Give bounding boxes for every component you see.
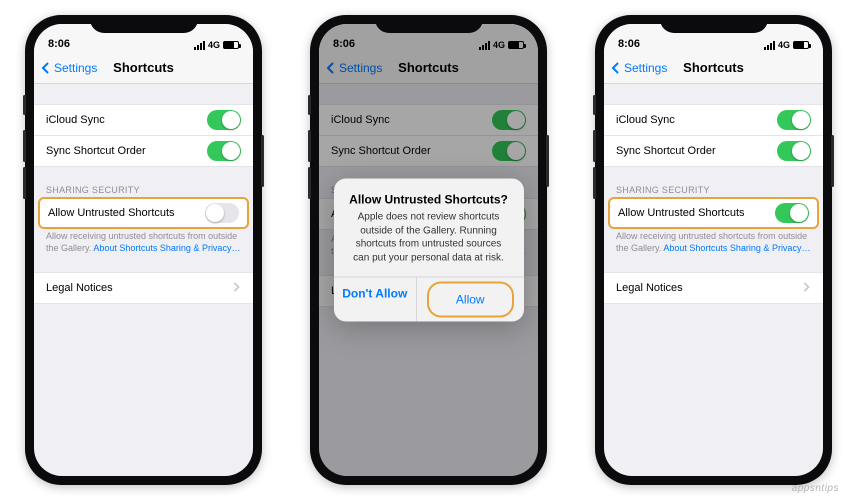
notch: [90, 15, 198, 33]
privacy-link[interactable]: About Shortcuts Sharing & Privacy…: [93, 243, 240, 253]
icloud-sync-row[interactable]: iCloud Sync: [319, 104, 538, 136]
battery-icon: [793, 41, 809, 49]
network-label: 4G: [778, 40, 790, 50]
sync-group: iCloud Sync Sync Shortcut Order: [319, 104, 538, 167]
legal-notices-row[interactable]: Legal Notices: [34, 272, 253, 304]
allow-button[interactable]: Allow: [427, 282, 514, 318]
status-time: 8:06: [333, 38, 355, 50]
sync-order-toggle[interactable]: [492, 141, 526, 161]
back-button[interactable]: Settings: [319, 61, 382, 75]
row-label: Sync Shortcut Order: [46, 145, 146, 157]
signal-icon: [479, 41, 490, 50]
phone-mockup-2: 8:06 4G Settings Shortcuts iCloud Sync S…: [310, 15, 547, 485]
sync-order-row[interactable]: Sync Shortcut Order: [319, 135, 538, 167]
confirmation-alert: Allow Untrusted Shortcuts? Apple does no…: [334, 179, 524, 322]
chevron-left-icon: [40, 62, 52, 74]
network-label: 4G: [493, 40, 505, 50]
screen: 8:06 4G Settings Shortcuts iCloud Sync S…: [604, 24, 823, 476]
status-indicators: 4G: [194, 40, 239, 50]
status-indicators: 4G: [479, 40, 524, 50]
battery-icon: [223, 41, 239, 49]
watermark: appsntips: [792, 483, 839, 494]
row-label: Legal Notices: [46, 282, 113, 294]
sync-group: iCloud Sync Sync Shortcut Order: [604, 104, 823, 167]
nav-bar: Settings Shortcuts: [319, 52, 538, 84]
icloud-sync-toggle[interactable]: [492, 110, 526, 130]
privacy-link[interactable]: About Shortcuts Sharing & Privacy…: [663, 243, 810, 253]
section-footer: Allow receiving untrusted shortcuts from…: [34, 227, 253, 254]
allow-untrusted-row[interactable]: Allow Untrusted Shortcuts: [608, 197, 819, 229]
phone-mockup-1: 8:06 4G Settings Shortcuts iCloud Sync S…: [25, 15, 262, 485]
status-time: 8:06: [48, 38, 70, 50]
notch: [375, 15, 483, 33]
row-label: iCloud Sync: [331, 114, 390, 126]
allow-untrusted-row[interactable]: Allow Untrusted Shortcuts: [38, 197, 249, 229]
chevron-right-icon: [231, 282, 241, 295]
allow-untrusted-toggle[interactable]: [205, 203, 239, 223]
sync-order-toggle[interactable]: [777, 141, 811, 161]
legal-notices-row[interactable]: Legal Notices: [604, 272, 823, 304]
signal-icon: [764, 41, 775, 50]
legal-group: Legal Notices: [604, 272, 823, 304]
row-label: Legal Notices: [616, 282, 683, 294]
alert-title: Allow Untrusted Shortcuts?: [348, 193, 510, 207]
sync-order-row[interactable]: Sync Shortcut Order: [604, 135, 823, 167]
row-label: iCloud Sync: [616, 114, 675, 126]
sync-order-toggle[interactable]: [207, 141, 241, 161]
row-label: iCloud Sync: [46, 114, 105, 126]
network-label: 4G: [208, 40, 220, 50]
row-label: Allow Untrusted Shortcuts: [618, 207, 745, 219]
chevron-right-icon: [801, 282, 811, 295]
icloud-sync-toggle[interactable]: [207, 110, 241, 130]
dont-allow-button[interactable]: Don't Allow: [334, 278, 418, 322]
back-label: Settings: [624, 61, 667, 75]
signal-icon: [194, 41, 205, 50]
sync-order-row[interactable]: Sync Shortcut Order: [34, 135, 253, 167]
chevron-left-icon: [610, 62, 622, 74]
notch: [660, 15, 768, 33]
sharing-group: SHARING SECURITY Allow Untrusted Shortcu…: [604, 185, 823, 254]
icloud-sync-row[interactable]: iCloud Sync: [34, 104, 253, 136]
status-time: 8:06: [618, 38, 640, 50]
back-button[interactable]: Settings: [604, 61, 667, 75]
chevron-left-icon: [325, 62, 337, 74]
icloud-sync-row[interactable]: iCloud Sync: [604, 104, 823, 136]
screen: 8:06 4G Settings Shortcuts iCloud Sync S…: [34, 24, 253, 476]
alert-message: Apple does not review shortcuts outside …: [348, 211, 510, 265]
row-label: Allow Untrusted Shortcuts: [48, 207, 175, 219]
icloud-sync-toggle[interactable]: [777, 110, 811, 130]
back-label: Settings: [339, 61, 382, 75]
row-label: Sync Shortcut Order: [331, 145, 431, 157]
status-indicators: 4G: [764, 40, 809, 50]
nav-bar: Settings Shortcuts: [34, 52, 253, 84]
phone-mockup-3: 8:06 4G Settings Shortcuts iCloud Sync S…: [595, 15, 832, 485]
sharing-group: SHARING SECURITY Allow Untrusted Shortcu…: [34, 185, 253, 254]
battery-icon: [508, 41, 524, 49]
nav-bar: Settings Shortcuts: [604, 52, 823, 84]
screen: 8:06 4G Settings Shortcuts iCloud Sync S…: [319, 24, 538, 476]
legal-group: Legal Notices: [34, 272, 253, 304]
back-button[interactable]: Settings: [34, 61, 97, 75]
allow-untrusted-toggle[interactable]: [775, 203, 809, 223]
section-footer: Allow receiving untrusted shortcuts from…: [604, 227, 823, 254]
back-label: Settings: [54, 61, 97, 75]
sync-group: iCloud Sync Sync Shortcut Order: [34, 104, 253, 167]
row-label: Sync Shortcut Order: [616, 145, 716, 157]
